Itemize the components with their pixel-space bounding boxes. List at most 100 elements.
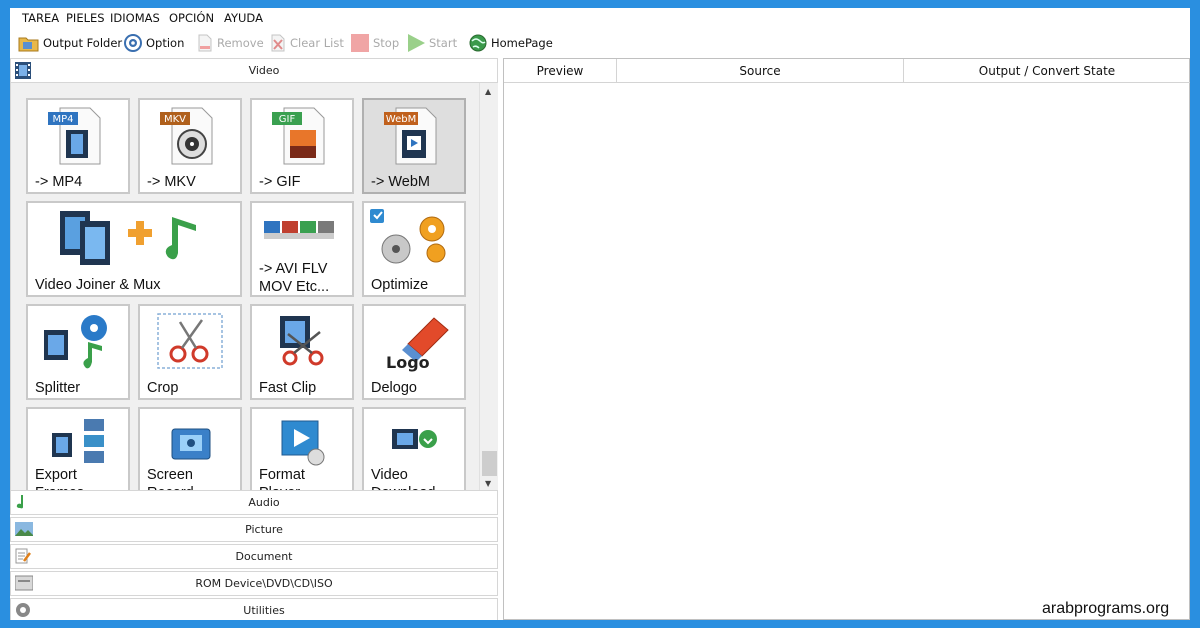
output-folder-button[interactable]: Output Folder [18,32,122,54]
menu-bar: TAREA PIELES IDIOMAS OPCIÓN AYUDA [10,8,1190,28]
utilities-category-header[interactable]: Utilities [10,598,498,620]
scroll-thumb[interactable] [482,451,497,476]
tile-label: -> WebM [371,174,430,190]
start-icon [408,34,425,52]
tile-label: -> AVI FLV MOV Etc... [259,261,330,295]
svg-text:MP4: MP4 [52,114,73,125]
stop-icon [351,34,369,52]
video-joiner-icon [60,211,196,265]
svg-text:WebM: WebM [386,114,416,125]
option-label: Option [146,36,185,50]
menu-opcion[interactable]: OPCIÓN [169,11,214,25]
tile-splitter[interactable]: Splitter [26,304,130,400]
document-icon [15,548,31,564]
rom-category-label: ROM Device\DVD\CD\ISO [195,577,333,590]
tile-label: Fast Clip [259,380,317,396]
audio-category-label: Audio [248,496,280,509]
tile-to-mp4[interactable]: MP4 -> MP4 [26,98,130,194]
tile-to-gif[interactable]: GIF -> GIF [250,98,354,194]
svg-text:GIF: GIF [279,114,296,125]
stop-button[interactable]: Stop [350,32,399,54]
utilities-category-label: Utilities [243,604,285,617]
folder-icon [18,37,39,52]
watermark-text: arabprograms.org [1042,600,1170,617]
tile-format-player[interactable]: Format Player [250,407,354,490]
music-note-icon [16,495,23,509]
tile-label: Format Player [259,467,305,490]
tile-to-webm[interactable]: WebM -> WebM [362,98,466,194]
tile-crop[interactable]: Crop [138,304,242,400]
tile-label: Video Joiner & Mux [35,277,161,293]
optimize-icon [370,209,446,264]
audio-category-header[interactable]: Audio [10,490,498,515]
menu-pieles[interactable]: PIELES [66,11,105,25]
splitter-icon [44,315,107,369]
tile-label: Screen Record [147,467,194,490]
menu-idiomas[interactable]: IDIOMAS [110,11,160,25]
remove-label: Remove [217,36,264,50]
tile-screen-record[interactable]: Screen Record [138,407,242,490]
homepage-globe-icon [469,34,487,52]
video-category-label: Video [248,64,280,77]
gif-file-icon: GIF [272,107,325,165]
tile-optimize[interactable]: Optimize [362,201,466,297]
document-category-header[interactable]: Document [10,544,498,569]
column-source[interactable]: Source [617,59,904,83]
delogo-icon: Logo [386,317,449,372]
tile-label: Crop [147,380,179,396]
svg-text:MKV: MKV [164,114,186,125]
crop-icon [157,313,223,369]
toolbar: Output Folder Option Remove Clear List S… [10,28,1190,58]
column-preview[interactable]: Preview [504,59,617,83]
menu-ayuda[interactable]: AYUDA [224,11,263,25]
mkv-file-icon: MKV [160,107,213,165]
utilities-gear-icon [16,603,30,617]
category-panel: Video MP4 -> MP4 MKV -> MKV GIF -> GIF W… [10,58,500,620]
tile-fast-clip[interactable]: Fast Clip [250,304,354,400]
start-button[interactable]: Start [406,32,457,54]
tile-delogo[interactable]: Logo Delogo [362,304,466,400]
tile-label: Delogo [371,380,417,396]
column-output-state[interactable]: Output / Convert State [904,59,1190,83]
tile-to-mkv[interactable]: MKV -> MKV [138,98,242,194]
remove-button[interactable]: Remove [196,32,264,54]
task-list[interactable]: Preview Source Output / Convert State [503,58,1190,620]
tile-to-avi-flv-mov[interactable]: -> AVI FLV MOV Etc... [250,201,354,297]
tile-label: -> MKV [147,174,196,190]
tile-label: Export Frames [35,467,84,490]
tile-label: -> GIF [259,174,301,190]
output-folder-label: Output Folder [43,36,123,50]
document-category-label: Document [235,550,293,563]
homepage-button[interactable]: HomePage [468,32,553,54]
tile-video-joiner-mux[interactable]: Video Joiner & Mux [26,201,242,297]
start-label: Start [429,36,458,50]
picture-category-header[interactable]: Picture [10,517,498,542]
clear-list-button[interactable]: Clear List [269,32,344,54]
picture-category-label: Picture [245,523,283,536]
delogo-logo-text: Logo [386,353,430,372]
film-icon [15,62,31,79]
option-button[interactable]: Option [123,32,184,54]
tile-video-download[interactable]: Video Download [362,407,466,490]
webm-file-icon: WebM [384,107,437,165]
homepage-label: HomePage [491,36,553,50]
format-factory-window: TAREA PIELES IDIOMAS OPCIÓN AYUDA Output… [10,8,1190,620]
tile-label: Video Download [371,467,436,490]
stop-label: Stop [373,36,400,50]
tile-label: -> MP4 [35,174,83,190]
scroll-down-icon[interactable]: ▼ [485,479,491,488]
clear-list-icon [271,34,285,52]
fast-clip-icon [280,316,324,366]
tile-label: Splitter [35,380,81,396]
video-category-header[interactable]: Video [10,58,498,83]
option-gear-icon [124,34,142,52]
menu-tarea[interactable]: TAREA [22,11,59,25]
tile-export-frames[interactable]: Export Frames [26,407,130,490]
video-grid-scrollbar[interactable]: ▲ ▼ [479,83,498,490]
rom-category-header[interactable]: ROM Device\DVD\CD\ISO [10,571,498,596]
scroll-up-icon[interactable]: ▲ [485,87,491,96]
clear-list-label: Clear List [290,36,344,50]
tile-label: Optimize [371,277,429,293]
mp4-file-icon: MP4 [48,107,101,165]
remove-doc-icon [198,34,212,52]
